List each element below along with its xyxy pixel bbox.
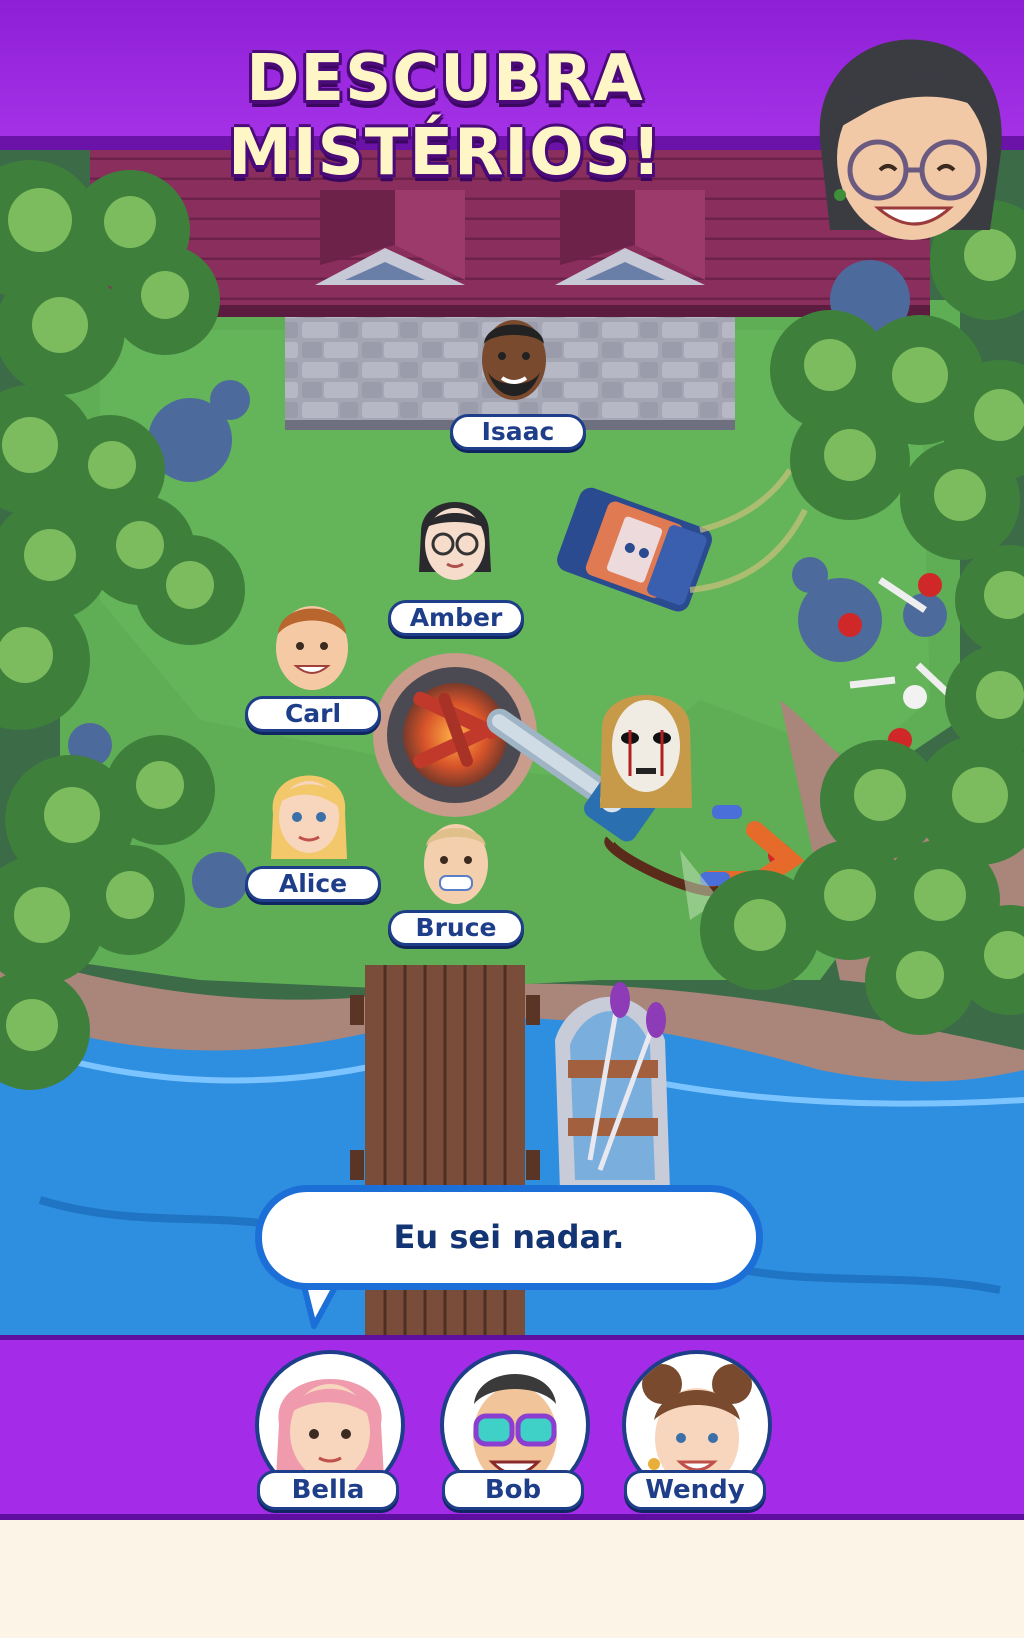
suspect-tag-wendy[interactable]: Wendy (624, 1470, 766, 1510)
name-tag-carl[interactable]: Carl (245, 696, 381, 732)
masked-killer-avatar (600, 695, 692, 808)
name-tag-isaac[interactable]: Isaac (450, 414, 586, 450)
name-tag-amber[interactable]: Amber (388, 600, 524, 636)
game-scene: DESCUBRA MISTÉRIOS! Isaac Amber Carl Ali… (0, 0, 1024, 1520)
suspect-bar: Bella Bob Wendy (0, 1335, 1024, 1520)
host-avatar (819, 39, 1002, 240)
alice-avatar (271, 775, 347, 859)
carl-avatar (276, 606, 348, 690)
suspect-tag-bella[interactable]: Bella (257, 1470, 399, 1510)
banner-title: DESCUBRA MISTÉRIOS! (228, 42, 662, 190)
bruce-avatar (424, 824, 488, 904)
name-tag-alice[interactable]: Alice (245, 866, 381, 902)
isaac-avatar (482, 320, 546, 400)
suspect-tag-bob[interactable]: Bob (442, 1470, 584, 1510)
amber-avatar (419, 502, 491, 580)
dialogue-bubble: Eu sei nadar. (255, 1185, 763, 1290)
name-tag-bruce[interactable]: Bruce (388, 910, 524, 946)
